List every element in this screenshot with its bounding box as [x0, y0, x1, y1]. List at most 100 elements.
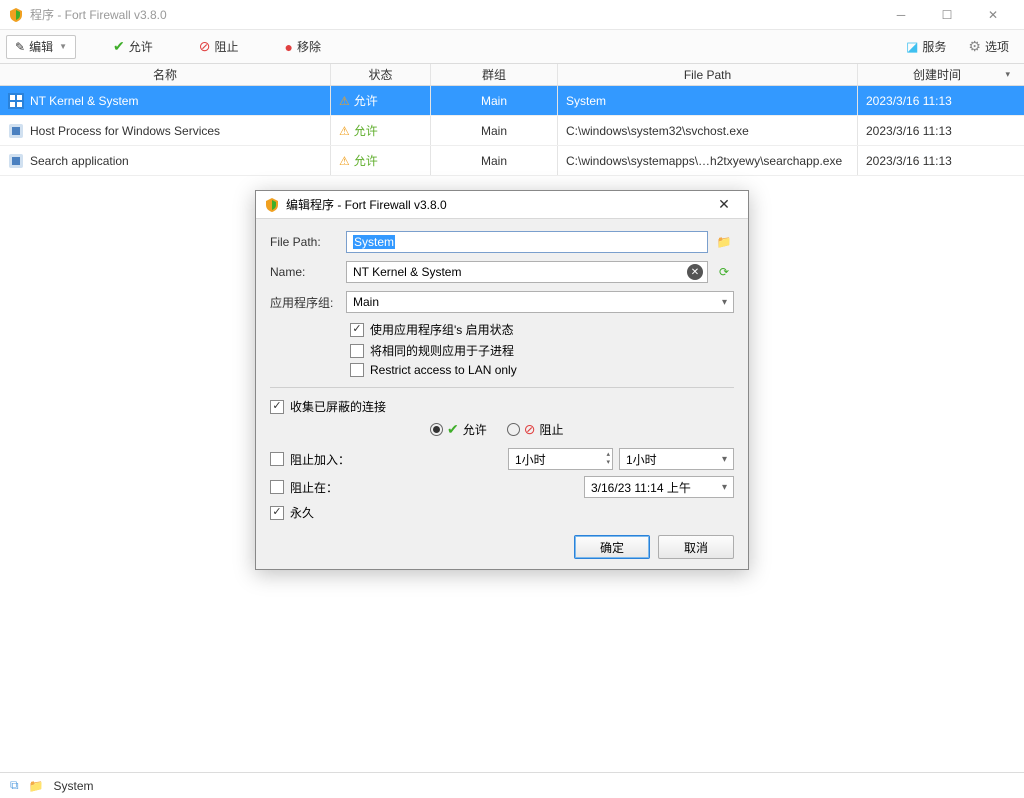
- options-label: 选项: [985, 38, 1009, 55]
- cell-state: 允许: [354, 152, 378, 169]
- allow-radio[interactable]: [430, 423, 443, 436]
- app-icon: [8, 7, 24, 23]
- copy-icon[interactable]: ⧉: [10, 778, 19, 793]
- minus-icon: ●: [285, 39, 293, 55]
- app-group-combo[interactable]: Main: [346, 291, 734, 313]
- windows-icon: [8, 93, 24, 109]
- services-icon: ◪: [906, 39, 918, 55]
- allow-radio-label: 允许: [463, 421, 487, 438]
- services-button[interactable]: ◪ 服务: [897, 35, 955, 59]
- window-title: 程序 - Fort Firewall v3.8.0: [30, 6, 167, 23]
- app-icon: [264, 197, 280, 213]
- name-field[interactable]: NT Kernel & System ✕: [346, 261, 708, 283]
- block-in-spinner[interactable]: 1小时: [508, 448, 613, 470]
- cancel-button[interactable]: 取消: [658, 535, 734, 559]
- block-button[interactable]: ⊘ 阻止: [190, 35, 248, 59]
- use-group-state-checkbox[interactable]: [350, 323, 364, 337]
- cell-created: 2023/3/16 11:13: [858, 86, 1016, 115]
- table-row[interactable]: Search application ⚠ 允许 Main C:\windows\s…: [0, 146, 1024, 176]
- folder-icon: 📁: [717, 235, 732, 249]
- allow-label: 允许: [129, 38, 153, 55]
- minimize-button[interactable]: ─: [878, 0, 924, 30]
- edit-dialog: 编辑程序 - Fort Firewall v3.8.0 ✕ File Path:…: [255, 190, 749, 570]
- cell-state: 允许: [354, 92, 378, 109]
- dialog-title: 编辑程序 - Fort Firewall v3.8.0: [286, 196, 447, 213]
- block-in-unit-value: 1小时: [626, 451, 657, 468]
- pencil-icon: ✎: [15, 40, 25, 54]
- cell-name: NT Kernel & System: [30, 94, 138, 108]
- use-group-state-label: 使用应用程序组's 启用状态: [370, 321, 514, 338]
- block-radio-label: 阻止: [539, 421, 563, 438]
- remove-label: 移除: [297, 38, 321, 55]
- block-in-value: 1小时: [515, 451, 546, 468]
- block-at-checkbox[interactable]: [270, 480, 284, 494]
- app-file-icon: [8, 123, 24, 139]
- clear-name-button[interactable]: ✕: [687, 264, 703, 280]
- lan-only-checkbox[interactable]: [350, 363, 364, 377]
- browse-folder-button[interactable]: 📁: [714, 232, 734, 252]
- ok-button[interactable]: 确定: [574, 535, 650, 559]
- cell-group: Main: [431, 146, 558, 175]
- check-icon: ✔: [447, 421, 459, 438]
- cell-state: 允许: [354, 122, 378, 139]
- table-row[interactable]: NT Kernel & System ⚠ 允许 Main System 2023/…: [0, 86, 1024, 116]
- collect-blocked-checkbox[interactable]: [270, 400, 284, 414]
- block-in-checkbox[interactable]: [270, 452, 284, 466]
- close-button[interactable]: ✕: [970, 0, 1016, 30]
- block-label: 阻止: [214, 38, 238, 55]
- check-icon: ✔: [113, 38, 125, 55]
- allow-button[interactable]: ✔ 允许: [104, 35, 162, 59]
- forever-checkbox[interactable]: [270, 506, 284, 520]
- refresh-icon: ⟳: [719, 265, 729, 279]
- cell-path: System: [558, 86, 858, 115]
- cell-group: Main: [431, 86, 558, 115]
- remove-button[interactable]: ● 移除: [276, 35, 330, 59]
- col-name-header[interactable]: 名称: [0, 64, 331, 85]
- folder-icon[interactable]: 📁: [29, 779, 44, 793]
- col-group-header[interactable]: 群组: [431, 64, 558, 85]
- cell-path: C:\windows\systemapps\…h2txyewy\searchap…: [558, 146, 858, 175]
- table-body: NT Kernel & System ⚠ 允许 Main System 2023/…: [0, 86, 1024, 176]
- warning-icon: ⚠: [339, 154, 350, 168]
- cell-path: C:\windows\system32\svchost.exe: [558, 116, 858, 145]
- statusbar: ⧉ 📁 System: [0, 772, 1024, 798]
- toolbar: ✎ 编辑 ▼ ✔ 允许 ⊘ 阻止 ● 移除 ◪ 服务 ⚙ 选项: [0, 30, 1024, 64]
- lan-only-label: Restrict access to LAN only: [370, 363, 517, 377]
- col-created-header[interactable]: 创建时间: [858, 64, 1016, 85]
- name-value: NT Kernel & System: [353, 265, 461, 279]
- col-state-header[interactable]: 状态: [331, 64, 431, 85]
- options-button[interactable]: ⚙ 选项: [959, 35, 1018, 59]
- cell-name: Host Process for Windows Services: [30, 124, 220, 138]
- dialog-close-button[interactable]: ✕: [708, 196, 740, 213]
- apply-child-label: 将相同的规则应用于子进程: [370, 342, 514, 359]
- chevron-down-icon: ▼: [59, 42, 67, 51]
- edit-button[interactable]: ✎ 编辑 ▼: [6, 35, 76, 59]
- file-path-field[interactable]: System: [346, 231, 708, 253]
- maximize-button[interactable]: ☐: [924, 0, 970, 30]
- app-group-label: 应用程序组:: [270, 294, 340, 311]
- warning-icon: ⚠: [339, 94, 350, 108]
- titlebar: 程序 - Fort Firewall v3.8.0 ─ ☐ ✕: [0, 0, 1024, 30]
- statusbar-path: System: [54, 779, 94, 793]
- table-row[interactable]: Host Process for Windows Services ⚠ 允许 Ma…: [0, 116, 1024, 146]
- edit-label: 编辑: [29, 38, 53, 55]
- refresh-name-button[interactable]: ⟳: [714, 262, 734, 282]
- col-path-header[interactable]: File Path: [558, 64, 858, 85]
- block-at-label: 阻止在：: [290, 479, 338, 496]
- block-in-label: 阻止加入：: [290, 451, 350, 468]
- forever-label: 永久: [290, 504, 314, 521]
- cell-created: 2023/3/16 11:13: [858, 146, 1016, 175]
- block-at-datetime[interactable]: 3/16/23 11:14 上午: [584, 476, 734, 498]
- cell-name: Search application: [30, 154, 129, 168]
- block-icon: ⊘: [524, 421, 536, 438]
- apply-child-checkbox[interactable]: [350, 344, 364, 358]
- block-radio[interactable]: [507, 423, 520, 436]
- block-in-unit-combo[interactable]: 1小时: [619, 448, 734, 470]
- cell-created: 2023/3/16 11:13: [858, 116, 1016, 145]
- app-file-icon: [8, 153, 24, 169]
- table-header: 名称 状态 群组 File Path 创建时间: [0, 64, 1024, 86]
- name-label: Name:: [270, 265, 340, 279]
- cell-group: Main: [431, 116, 558, 145]
- dialog-titlebar: 编辑程序 - Fort Firewall v3.8.0 ✕: [256, 191, 748, 219]
- warning-icon: ⚠: [339, 124, 350, 138]
